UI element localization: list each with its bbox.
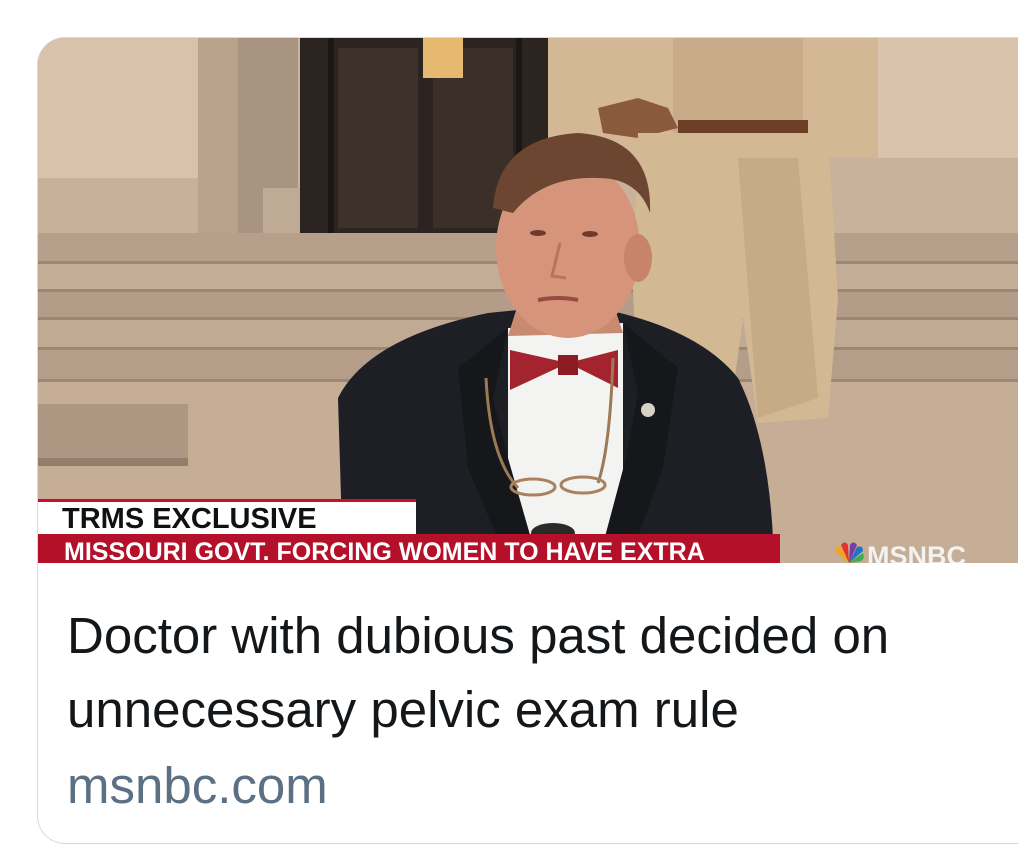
news-lower-third: TRMS EXCLUSIVE MISSOURI GOVT. FORCING WO…: [38, 496, 1018, 563]
article-title[interactable]: Doctor with dubious past decided on unne…: [67, 599, 1018, 747]
article-domain: msnbc.com: [67, 757, 328, 814]
network-logo-text: MSNBC: [867, 541, 966, 563]
headline-ticker: MISSOURI GOVT. FORCING WOMEN TO HAVE EXT…: [38, 534, 780, 563]
exclusive-tag-label: TRMS EXCLUSIVE: [62, 503, 317, 535]
exclusive-tag: TRMS EXCLUSIVE: [38, 499, 416, 535]
link-preview-card[interactable]: TRMS EXCLUSIVE MISSOURI GOVT. FORCING WO…: [37, 37, 1018, 844]
peacock-icon: [835, 542, 864, 563]
headline-ticker-text: MISSOURI GOVT. FORCING WOMEN TO HAVE EXT…: [64, 538, 705, 563]
network-logo: MSNBC: [833, 541, 966, 563]
article-thumbnail[interactable]: TRMS EXCLUSIVE MISSOURI GOVT. FORCING WO…: [38, 38, 1018, 563]
news-video-still: [38, 38, 1018, 563]
